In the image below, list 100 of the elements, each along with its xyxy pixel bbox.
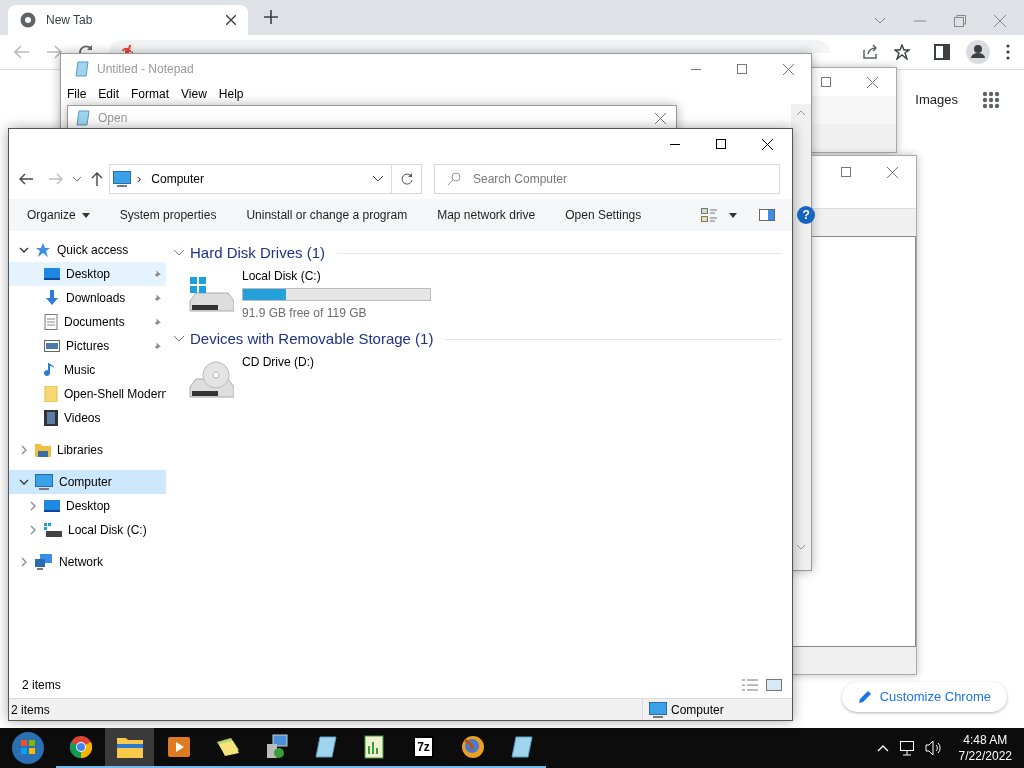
- nav-item[interactable]: Pictures: [9, 334, 166, 358]
- expand-chevron-icon[interactable]: [19, 477, 29, 487]
- nav-item[interactable]: Videos: [9, 406, 166, 430]
- dialog-title: Open: [98, 110, 129, 127]
- organize-menu[interactable]: Organize: [27, 206, 90, 224]
- maximize-icon[interactable]: [841, 167, 851, 177]
- caret-icon[interactable]: [729, 212, 738, 218]
- up-arrow-icon[interactable]: [91, 172, 103, 186]
- address-field[interactable]: › Computer: [109, 164, 392, 194]
- collapse-chevron-icon[interactable]: [28, 525, 38, 535]
- side-panel-icon[interactable]: [934, 44, 950, 60]
- view-options-icon[interactable]: [701, 208, 718, 222]
- more-menu-icon[interactable]: [1006, 44, 1010, 60]
- item-count: 2 items: [22, 677, 62, 694]
- group-header[interactable]: Hard Disk Drives (1): [190, 241, 325, 265]
- forward-arrow-icon[interactable]: [45, 45, 62, 59]
- nav-label: Documents: [64, 314, 126, 331]
- show-hidden-icons-icon[interactable]: [876, 744, 889, 752]
- nav-label: Pictures: [66, 338, 111, 355]
- refresh-button[interactable]: [392, 164, 422, 194]
- command-button[interactable]: Map network drive: [437, 206, 536, 224]
- nav-item[interactable]: Music: [9, 358, 166, 382]
- nav-label: Videos: [64, 410, 102, 427]
- close-icon[interactable]: [226, 15, 236, 25]
- chevron-down-icon[interactable]: [373, 176, 383, 182]
- clock-date: 7/22/2022: [958, 748, 1012, 764]
- notepad-icon: [75, 61, 89, 77]
- close-icon[interactable]: [867, 76, 878, 88]
- images-link[interactable]: Images: [915, 90, 958, 110]
- search-icon: [447, 172, 461, 186]
- nav-item[interactable]: Quick access: [9, 238, 166, 262]
- menu-item[interactable]: Help: [218, 85, 244, 103]
- profile-avatar-icon[interactable]: [966, 40, 990, 64]
- menu-item[interactable]: Edit: [98, 85, 120, 103]
- collapse-chevron-icon[interactable]: [19, 557, 29, 567]
- nav-item[interactable]: Desktop: [9, 262, 166, 286]
- close-icon[interactable]: [655, 112, 666, 124]
- nav-item[interactable]: Computer: [9, 470, 166, 494]
- collapse-chevron-icon[interactable]: [28, 501, 38, 511]
- nav-label: Downloads: [66, 290, 127, 307]
- drive-icon: [44, 523, 62, 537]
- nav-label: Desktop: [66, 498, 112, 515]
- volume-icon[interactable]: [924, 740, 943, 756]
- nav-label: Computer: [59, 474, 113, 491]
- drive-tile[interactable]: Local Disk (C:) 91.9 GB free of 119 GB: [174, 265, 782, 321]
- nav-label: Desktop: [66, 266, 112, 283]
- menu-item[interactable]: File: [67, 85, 87, 103]
- minimize-icon: [691, 68, 701, 70]
- drive-tile[interactable]: CD Drive (D:): [174, 351, 782, 407]
- collapse-chevron-icon[interactable]: [174, 250, 184, 256]
- group-header[interactable]: Devices with Removable Storage (1): [190, 327, 434, 351]
- new-tab-icon[interactable]: [264, 10, 278, 24]
- computer-icon: [35, 474, 53, 490]
- back-arrow-icon[interactable]: [19, 173, 33, 185]
- maximize-icon: [737, 64, 747, 74]
- nav-item[interactable]: Libraries: [9, 438, 166, 462]
- browser-tab[interactable]: New Tab: [8, 5, 248, 35]
- minimize-icon: [670, 143, 680, 145]
- star-icon[interactable]: [894, 44, 910, 60]
- nav-item[interactable]: Documents: [9, 310, 166, 334]
- pencil-icon: [857, 690, 872, 704]
- search-field[interactable]: Search Computer: [434, 164, 780, 194]
- share-icon[interactable]: [862, 44, 878, 60]
- collapse-chevron-icon[interactable]: [19, 445, 29, 455]
- drive-name: Local Disk (C:): [242, 268, 322, 285]
- restore-icon[interactable]: [954, 15, 966, 27]
- film-icon: [44, 410, 58, 426]
- expand-chevron-icon[interactable]: [19, 245, 29, 255]
- network-icon[interactable]: [898, 740, 915, 756]
- nav-label: Libraries: [57, 442, 105, 459]
- taskbar-button[interactable]: [105, 728, 154, 768]
- menu-item[interactable]: Format: [131, 85, 170, 103]
- large-icons-view-icon[interactable]: [766, 679, 782, 691]
- breadcrumb[interactable]: Computer: [151, 170, 367, 188]
- menu-item[interactable]: View: [181, 85, 207, 103]
- apps-grid-icon[interactable]: [982, 90, 1000, 109]
- scroll-down-icon[interactable]: [797, 545, 805, 550]
- caret-icon: [81, 212, 90, 218]
- browser-logo-icon: [20, 12, 36, 28]
- folder-icon: [44, 386, 58, 402]
- computer-icon: [649, 701, 667, 718]
- command-button[interactable]: Uninstall or change a program: [246, 206, 408, 224]
- library-folder-icon: [35, 443, 51, 457]
- nav-label: Quick access: [57, 242, 130, 259]
- recent-dropdown-icon[interactable]: [73, 176, 81, 182]
- free-space-text: 91.9 GB free of 119 GB: [242, 305, 368, 322]
- nav-item[interactable]: Downloads: [9, 286, 166, 310]
- nav-item[interactable]: Network: [9, 550, 166, 574]
- taskbar-button[interactable]: 7z: [399, 728, 448, 768]
- command-button[interactable]: System properties: [119, 206, 217, 224]
- collapse-chevron-icon[interactable]: [174, 336, 184, 342]
- maximize-icon[interactable]: [821, 77, 831, 87]
- nav-item[interactable]: Local Disk (C:): [9, 518, 166, 542]
- command-button[interactable]: Open Settings: [565, 206, 642, 224]
- clock[interactable]: 4:48 AM 7/22/2022: [958, 732, 1012, 764]
- close-icon[interactable]: [887, 166, 898, 178]
- scroll-up-icon[interactable]: [797, 110, 805, 115]
- customize-chrome-button[interactable]: Customize Chrome: [841, 682, 1007, 712]
- nav-item[interactable]: Desktop: [9, 494, 166, 518]
- preview-pane-icon[interactable]: [759, 209, 776, 221]
